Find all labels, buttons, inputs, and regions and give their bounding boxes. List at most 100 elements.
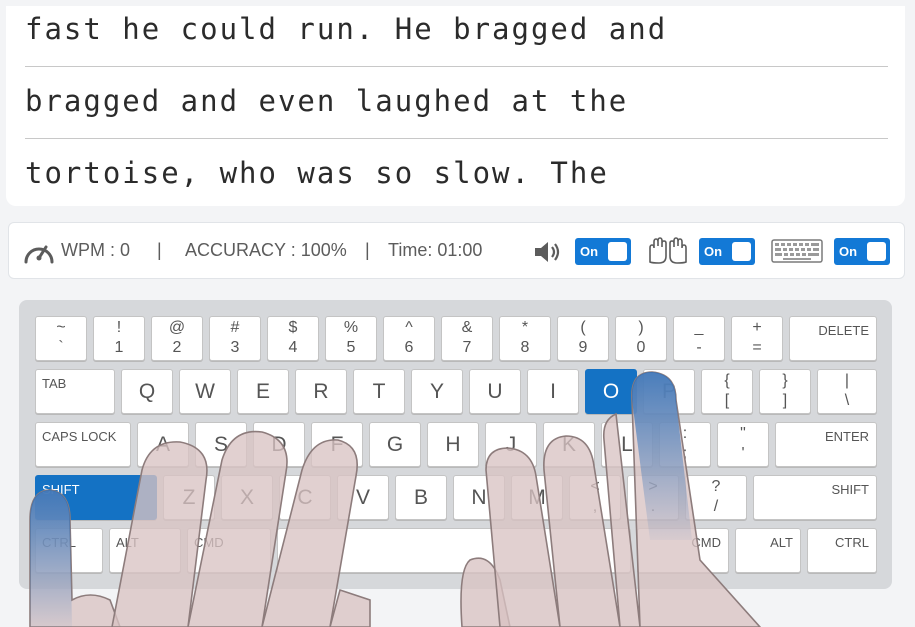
key-space[interactable] xyxy=(277,528,631,573)
key-backslash[interactable]: | \ xyxy=(817,369,877,414)
key-letter: F xyxy=(330,433,344,456)
key-enter[interactable]: ENTER xyxy=(775,422,877,467)
toggle-label: On xyxy=(704,244,723,259)
keyboard-icon xyxy=(771,239,823,263)
key-letter: L xyxy=(621,433,633,456)
key-letter: Z xyxy=(182,486,196,509)
key-shift-symbol: > xyxy=(648,478,658,495)
key-alt-right[interactable]: ALT xyxy=(735,528,801,573)
key-e[interactable]: E xyxy=(237,369,289,414)
wpm-readout: WPM : 0 xyxy=(61,240,131,260)
key-shift-symbol: $ xyxy=(288,319,298,336)
key-v[interactable]: V xyxy=(337,475,389,520)
key-f[interactable]: F xyxy=(311,422,363,467)
key-delete[interactable]: DELETE xyxy=(789,316,877,361)
key-equals[interactable]: + = xyxy=(731,316,783,361)
key-period[interactable]: >. xyxy=(627,475,679,520)
key-u[interactable]: U xyxy=(469,369,521,414)
key-t[interactable]: T xyxy=(353,369,405,414)
key-letter: K xyxy=(561,433,576,456)
key-m[interactable]: M xyxy=(511,475,563,520)
key-cmd-right[interactable]: CMD xyxy=(637,528,729,573)
key-shift-right[interactable]: SHIFT xyxy=(753,475,877,520)
key-a[interactable]: A xyxy=(137,422,189,467)
key-o-highlighted[interactable]: O xyxy=(585,369,637,414)
key-symbol: ' xyxy=(741,445,745,462)
key-b[interactable]: B xyxy=(395,475,447,520)
key-letter: T xyxy=(372,380,386,403)
key-letter: E xyxy=(255,380,270,403)
key-ctrl-right[interactable]: CTRL xyxy=(807,528,877,573)
key-quote[interactable]: " ' xyxy=(717,422,769,467)
key-3[interactable]: #3 xyxy=(209,316,261,361)
key-letter: B xyxy=(413,486,428,509)
key-letter: N xyxy=(471,486,487,509)
key-symbol: 7 xyxy=(462,339,472,356)
key-h[interactable]: H xyxy=(427,422,479,467)
key-letter: A xyxy=(155,433,170,456)
key-d[interactable]: D xyxy=(253,422,305,467)
speaker-icon xyxy=(535,242,560,262)
key-5[interactable]: % 5 xyxy=(325,316,377,361)
key-8[interactable]: * 8 xyxy=(499,316,551,361)
key-letter: Y xyxy=(429,380,444,403)
key-label: TAB xyxy=(42,376,67,391)
key-9[interactable]: (9 xyxy=(557,316,609,361)
key-shift-left-highlighted[interactable]: SHIFT xyxy=(35,475,157,520)
key-j[interactable]: J xyxy=(485,422,537,467)
key-letter: W xyxy=(195,380,215,403)
key-symbol: 0 xyxy=(636,339,646,356)
key-q[interactable]: Q xyxy=(121,369,173,414)
key-tab[interactable]: TAB xyxy=(35,369,115,414)
key-0[interactable]: ) 0 xyxy=(615,316,667,361)
key-caps-lock[interactable]: CAPS LOCK xyxy=(35,422,131,467)
toggle-knob xyxy=(867,242,886,261)
key-z[interactable]: Z xyxy=(163,475,215,520)
key-right-bracket[interactable]: }] xyxy=(759,369,811,414)
key-left-bracket[interactable]: {[ xyxy=(701,369,753,414)
key-cmd-left[interactable]: CMD xyxy=(187,528,271,573)
key-n[interactable]: N xyxy=(453,475,505,520)
key-label: CAPS LOCK xyxy=(42,429,117,444)
key-p[interactable]: P xyxy=(643,369,695,414)
key-letter: S xyxy=(213,433,228,456)
key-g[interactable]: G xyxy=(369,422,421,467)
key-label: ENTER xyxy=(824,429,869,444)
key-shift-symbol: | xyxy=(844,372,850,389)
key-k[interactable]: K xyxy=(543,422,595,467)
passage-line: tortoise, who was so slow. The xyxy=(25,156,609,190)
key-7[interactable]: & 7 xyxy=(441,316,493,361)
key-shift-symbol: < xyxy=(590,478,600,495)
key-shift-symbol: } xyxy=(782,372,788,389)
key-y[interactable]: Y xyxy=(411,369,463,414)
key-ctrl-left[interactable]: CTRL xyxy=(35,528,103,573)
key-shift-symbol: : xyxy=(682,425,688,442)
status-bar: WPM : 0 | ACCURACY : 100% | Time: 01:00 … xyxy=(8,222,905,279)
keyboard-toggle[interactable]: On xyxy=(834,238,890,265)
key-minus[interactable]: _ - xyxy=(673,316,725,361)
key-c[interactable]: C xyxy=(279,475,331,520)
key-slash[interactable]: ? / xyxy=(685,475,747,520)
key-i[interactable]: I xyxy=(527,369,579,414)
sound-toggle[interactable]: On xyxy=(575,238,631,265)
key-letter: H xyxy=(445,433,461,456)
key-semicolon[interactable]: :; xyxy=(659,422,711,467)
key-x[interactable]: X xyxy=(221,475,273,520)
key-comma[interactable]: <, xyxy=(569,475,621,520)
key-symbol: [ xyxy=(724,392,730,409)
key-1[interactable]: ! 1 xyxy=(93,316,145,361)
key-s[interactable]: S xyxy=(195,422,247,467)
key-alt-left[interactable]: ALT xyxy=(109,528,181,573)
passage-line: fast he could run. He bragged and xyxy=(25,12,668,46)
status-separator: | xyxy=(365,240,370,260)
key-w[interactable]: W xyxy=(179,369,231,414)
key-2[interactable]: @2 xyxy=(151,316,203,361)
hands-toggle[interactable]: On xyxy=(699,238,755,265)
key-r[interactable]: R xyxy=(295,369,347,414)
key-backtick[interactable]: ~ ` xyxy=(35,316,87,361)
key-symbol: . xyxy=(650,498,656,515)
key-symbol: ; xyxy=(682,445,688,462)
key-6[interactable]: ^ 6 xyxy=(383,316,435,361)
key-l[interactable]: L xyxy=(601,422,653,467)
key-4[interactable]: $4 xyxy=(267,316,319,361)
